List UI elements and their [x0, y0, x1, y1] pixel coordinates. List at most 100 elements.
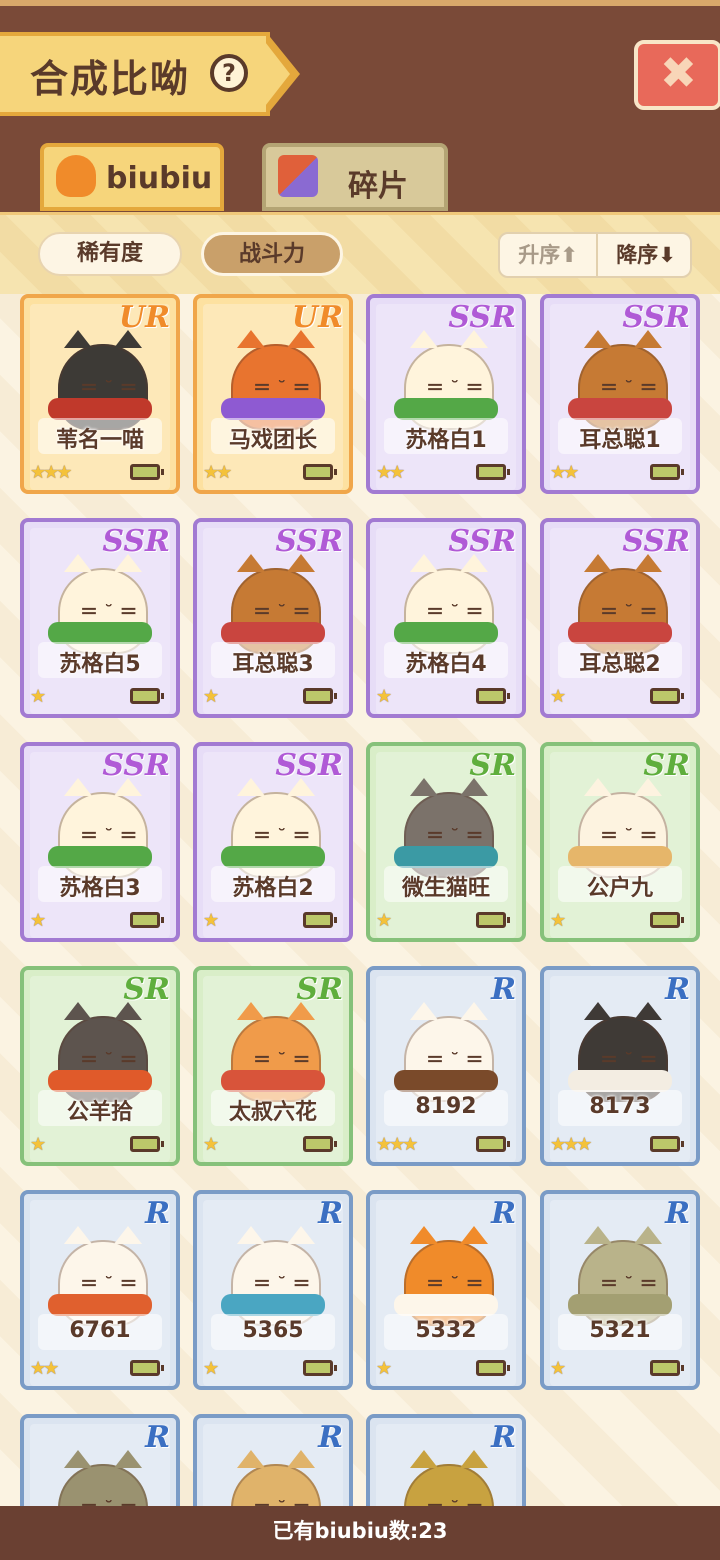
- cat-face: ＝ ˘ ＝: [600, 1274, 658, 1295]
- star-rating-icon: ★★★: [30, 462, 72, 483]
- energy-battery-icon: [130, 912, 164, 928]
- energy-battery-icon: [303, 1136, 337, 1152]
- biubiu-card[interactable]: R ＝ ˘ ＝ 6761 ★★: [20, 1190, 180, 1390]
- ascending-label: 升序: [518, 243, 561, 267]
- cat-outfit: [394, 622, 498, 644]
- biubiu-card[interactable]: SR ＝ ˘ ＝公羊拾 ★: [20, 966, 180, 1166]
- star-rating-icon: ★: [376, 1358, 392, 1379]
- cat-ear-right: [634, 554, 662, 572]
- biubiu-card[interactable]: SR ＝ ˘ ＝公户九 ★: [540, 742, 700, 942]
- cat-ear-left: [410, 554, 438, 572]
- help-icon[interactable]: ?: [210, 54, 248, 92]
- biubiu-card[interactable]: R ＝ ˘ ＝ 8192 ★★★: [366, 966, 526, 1166]
- cat-face: ＝ ˘ ＝: [253, 378, 311, 399]
- cat-outfit: [394, 1294, 498, 1316]
- sort-by-rarity-button[interactable]: 稀有度: [38, 232, 182, 276]
- biubiu-card[interactable]: R ＝ ˘ ＝ 8173 ★★★: [540, 966, 700, 1166]
- biubiu-card[interactable]: SSR ＝ ˘ ＝耳总聪2 ★: [540, 518, 700, 718]
- cat-ear-left: [237, 330, 265, 348]
- cat-outfit: [568, 622, 672, 644]
- card-name: 5365: [242, 1318, 304, 1343]
- cat-ear-right: [460, 330, 488, 348]
- biubiu-card[interactable]: R ＝ ˘ ＝ 5321 ★: [540, 1190, 700, 1390]
- cat-face: ＝ ˘ ＝: [426, 602, 484, 623]
- fragments-tab-icon: [278, 155, 318, 197]
- cat-ear-right: [460, 778, 488, 796]
- cat-ear-right: [287, 1450, 315, 1468]
- cat-outfit: [568, 1070, 672, 1092]
- cat-face: ＝ ˘ ＝: [253, 826, 311, 847]
- cat-ear-left: [410, 778, 438, 796]
- cat-face: ＝ ˘ ＝: [426, 1494, 484, 1506]
- descending-button[interactable]: 降序⬇: [596, 234, 694, 276]
- card-name: 苏格白4: [405, 652, 487, 677]
- cat-ear-left: [237, 1226, 265, 1244]
- biubiu-card[interactable]: R ＝ ˘ ＝ 5365 ★: [193, 1190, 353, 1390]
- card-name: 5332: [415, 1318, 477, 1343]
- card-name: 6761: [69, 1318, 131, 1343]
- biubiu-card[interactable]: SSR ＝ ˘ ＝苏格白3 ★: [20, 742, 180, 942]
- close-icon: ✖: [660, 48, 697, 99]
- cat-ear-right: [634, 330, 662, 348]
- energy-battery-icon: [303, 464, 337, 480]
- biubiu-card[interactable]: SSR ＝ ˘ ＝苏格白4 ★: [366, 518, 526, 718]
- biubiu-card[interactable]: R ＝ ˘ ＝ 5332 ★: [366, 1190, 526, 1390]
- arrow-up-icon: ⬆: [560, 243, 578, 267]
- biubiu-card[interactable]: SSR ＝ ˘ ＝耳总聪1 ★★: [540, 294, 700, 494]
- cat-outfit: [48, 846, 152, 868]
- tab-biubiu[interactable]: biubiu: [40, 143, 224, 211]
- star-rating-icon: ★★: [550, 462, 579, 483]
- star-rating-icon: ★★★: [550, 1134, 592, 1155]
- cat-face: ＝ ˘ ＝: [80, 826, 138, 847]
- card-grid: UR ＝ ˘ ＝苇名一喵 ★★★ UR ＝ ˘ ＝马戏团长 ★★ SSR ＝ ˘ ＝苏格白1 ★…: [0, 294, 720, 1506]
- biubiu-card[interactable]: SSR ＝ ˘ ＝耳总聪3 ★: [193, 518, 353, 718]
- sort-by-power-button[interactable]: 战斗力: [201, 232, 343, 276]
- energy-battery-icon: [650, 912, 684, 928]
- biubiu-card[interactable]: SSR ＝ ˘ ＝苏格白1 ★★: [366, 294, 526, 494]
- energy-battery-icon: [650, 1360, 684, 1376]
- energy-battery-icon: [650, 688, 684, 704]
- sort-order-toggle: 升序⬆ 降序⬇: [498, 232, 692, 278]
- biubiu-card[interactable]: SSR ＝ ˘ ＝苏格白2 ★: [193, 742, 353, 942]
- ascending-button[interactable]: 升序⬆: [500, 234, 596, 276]
- cat-ear-right: [114, 1450, 142, 1468]
- cat-face: ＝ ˘ ＝: [253, 602, 311, 623]
- rarity-badge: R: [491, 1196, 516, 1231]
- cat-ear-left: [237, 554, 265, 572]
- biubiu-card[interactable]: SR ＝ ˘ ＝太叔六花 ★: [193, 966, 353, 1166]
- biubiu-card[interactable]: R ＝ ˘ ＝: [193, 1414, 353, 1506]
- biubiu-card[interactable]: UR ＝ ˘ ＝苇名一喵 ★★★: [20, 294, 180, 494]
- rarity-badge: R: [491, 972, 516, 1007]
- cat-outfit: [221, 1070, 325, 1092]
- card-name: 公户九: [586, 876, 653, 901]
- cat-face: ＝ ˘ ＝: [253, 1050, 311, 1071]
- cat-outfit: [568, 398, 672, 420]
- tab-fragments[interactable]: 碎片: [262, 143, 448, 211]
- biubiu-card[interactable]: SR ＝ ˘ ＝微生猫旺 ★: [366, 742, 526, 942]
- cat-ear-left: [410, 330, 438, 348]
- cat-face: ＝ ˘ ＝: [600, 602, 658, 623]
- biubiu-card[interactable]: UR ＝ ˘ ＝马戏团长 ★★: [193, 294, 353, 494]
- star-rating-icon: ★★: [30, 1358, 59, 1379]
- star-rating-icon: ★: [30, 1134, 46, 1155]
- cat-ear-left: [237, 1450, 265, 1468]
- cat-face: ＝ ˘ ＝: [426, 1050, 484, 1071]
- close-button[interactable]: ✖: [634, 40, 720, 110]
- biubiu-card[interactable]: R ＝ ˘ ＝: [366, 1414, 526, 1506]
- cat-face: ＝ ˘ ＝: [426, 378, 484, 399]
- cat-outfit: [568, 1294, 672, 1316]
- cat-ear-right: [287, 554, 315, 572]
- cat-tab-icon: [56, 155, 96, 197]
- card-name: 苏格白1: [405, 428, 487, 453]
- card-name: 苏格白5: [59, 652, 141, 677]
- rarity-badge: R: [145, 1420, 170, 1455]
- card-name: 公羊拾: [66, 1100, 133, 1125]
- cat-ear-left: [64, 1226, 92, 1244]
- cat-ear-right: [634, 1226, 662, 1244]
- biubiu-card[interactable]: R ＝ ˘ ＝: [20, 1414, 180, 1506]
- title-banner-tip-inner: [262, 38, 290, 110]
- cat-face: ＝ ˘ ＝: [253, 1494, 311, 1506]
- biubiu-card[interactable]: SSR ＝ ˘ ＝苏格白5 ★: [20, 518, 180, 718]
- card-name: 微生猫旺: [401, 876, 490, 901]
- card-name: 苏格白3: [59, 876, 141, 901]
